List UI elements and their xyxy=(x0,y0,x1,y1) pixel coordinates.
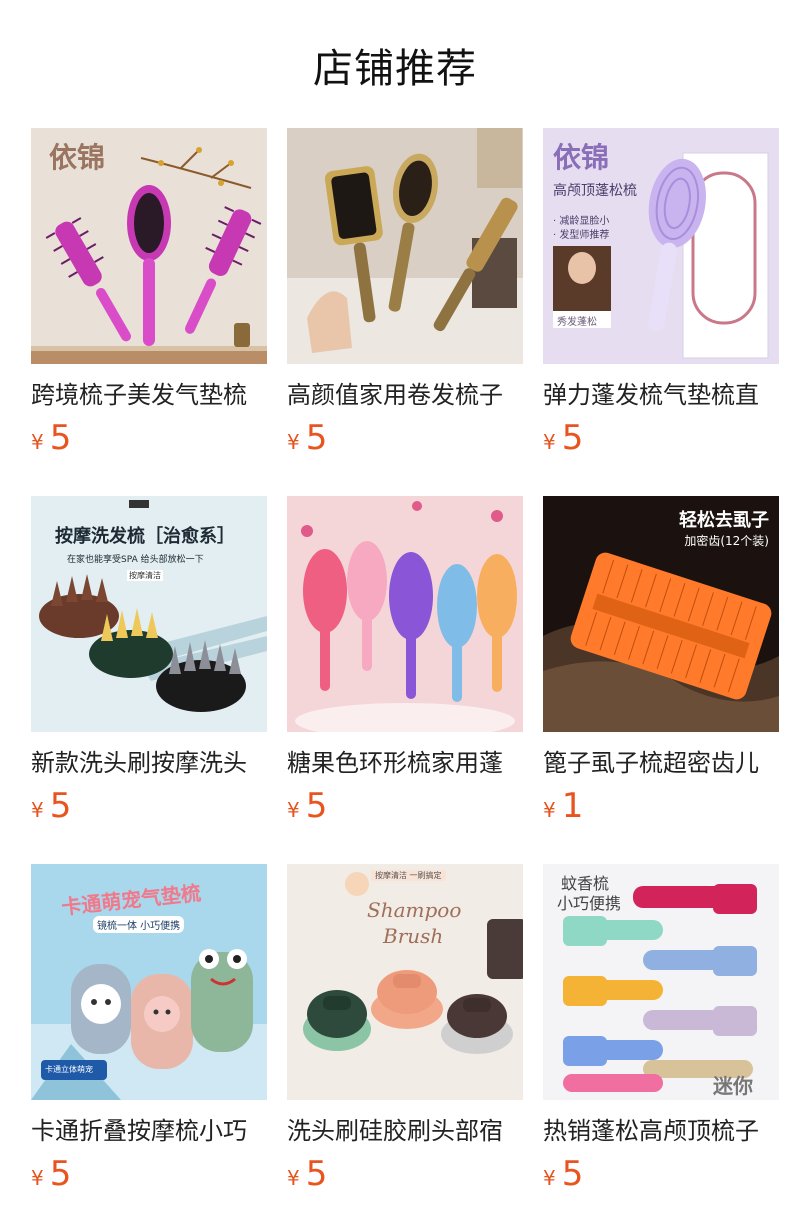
promo-tag: 迷你 xyxy=(713,1074,753,1098)
product-card[interactable]: 卡通萌宠气垫梳 镜梳一体 小巧便携 卡通立体萌宠 卡通折叠按摩梳小巧 ¥ 5 xyxy=(31,864,267,1196)
price-value: 5 xyxy=(49,1154,72,1194)
product-name[interactable]: 跨境梳子美发气垫梳 xyxy=(31,380,267,410)
product-name[interactable]: 篦子虱子梳超密齿儿 xyxy=(543,748,779,778)
product-card[interactable]: 按摩洗发梳［治愈系］ 在家也能享受SPA 给头部放松一下 按摩清洁 新款洗头刷按… xyxy=(31,496,267,828)
brand-logo-text: 依锦 xyxy=(553,141,610,174)
product-card[interactable]: 轻松去虱子 加密齿(12个装) 篦子虱子梳超密齿儿 ¥ 1 xyxy=(543,496,779,828)
product-image[interactable]: 卡通萌宠气垫梳 镜梳一体 小巧便携 卡通立体萌宠 xyxy=(31,864,267,1100)
currency-symbol: ¥ xyxy=(31,798,44,822)
photo-caption: 秀发蓬松 xyxy=(557,317,597,328)
promo-tag: 按摩清洁 xyxy=(127,570,163,581)
product-name[interactable]: 糖果色环形梳家用蓬 xyxy=(287,748,523,778)
product-card[interactable]: 依锦 高颅顶蓬松梳 · 减龄显脸小 · 发型师推荐 秀发蓬松 弹力蓬发梳气垫梳直… xyxy=(543,128,779,460)
promo-point: · 减龄显脸小 xyxy=(553,216,610,227)
price-value: 5 xyxy=(305,1154,328,1194)
price-value: 5 xyxy=(305,418,328,458)
promo-point: · 发型师推荐 xyxy=(553,230,610,241)
product-price: ¥ 5 xyxy=(543,420,779,456)
product-name[interactable]: 弹力蓬发梳气垫梳直 xyxy=(543,380,779,410)
price-value: 1 xyxy=(561,786,584,826)
promo-script-2: Brush xyxy=(383,924,444,948)
product-name[interactable]: 高颜值家用卷发梳子 xyxy=(287,380,523,410)
product-image[interactable] xyxy=(287,128,523,364)
price-value: 5 xyxy=(561,418,584,458)
product-image[interactable]: 依锦 高颅顶蓬松梳 · 减龄显脸小 · 发型师推荐 秀发蓬松 xyxy=(543,128,779,364)
product-image[interactable]: 按摩清洁 一刷搞定 Shampoo Brush xyxy=(287,864,523,1100)
product-card[interactable]: 依锦 跨境梳子美发气垫梳 ¥ 5 xyxy=(31,128,267,460)
promo-subline: 小巧便携 xyxy=(557,894,622,913)
promo-script-1: Shampoo xyxy=(367,898,462,922)
product-name[interactable]: 卡通折叠按摩梳小巧 xyxy=(31,1116,267,1146)
currency-symbol: ¥ xyxy=(287,798,300,822)
product-card[interactable]: 糖果色环形梳家用蓬 ¥ 5 xyxy=(287,496,523,828)
product-card[interactable]: 按摩清洁 一刷搞定 Shampoo Brush 洗头刷硅胶刷头部宿 ¥ 5 xyxy=(287,864,523,1196)
product-price: ¥ 1 xyxy=(543,788,779,824)
promo-subline: 在家也能享受SPA 给头部放松一下 xyxy=(67,555,204,565)
promo-headline: 轻松去虱子 xyxy=(679,510,769,531)
currency-symbol: ¥ xyxy=(31,1166,44,1190)
product-price: ¥ 5 xyxy=(31,788,267,824)
product-image[interactable] xyxy=(287,496,523,732)
price-value: 5 xyxy=(49,786,72,826)
product-price: ¥ 5 xyxy=(31,420,267,456)
currency-symbol: ¥ xyxy=(543,1166,556,1190)
product-card[interactable]: 高颜值家用卷发梳子 ¥ 5 xyxy=(287,128,523,460)
candy-color-brushes-icon xyxy=(287,496,523,732)
promo-subline: 加密齿(12个装) xyxy=(684,534,769,548)
brand-logo-text: 依锦 xyxy=(49,141,106,174)
price-value: 5 xyxy=(561,1154,584,1194)
product-price: ¥ 5 xyxy=(287,1156,523,1192)
product-image[interactable]: 蚊香梳 小巧便携 迷你 xyxy=(543,864,779,1100)
product-image[interactable]: 依锦 xyxy=(31,128,267,364)
product-grid: 依锦 跨境梳子美发气垫梳 ¥ 5 高颜值家用卷发梳子 ¥ 5 依锦 高颅顶蓬松梳… xyxy=(31,128,779,1196)
page-title: 店铺推荐 xyxy=(313,46,477,92)
price-value: 5 xyxy=(49,418,72,458)
product-price: ¥ 5 xyxy=(543,1156,779,1192)
store-recommendations-page: 店铺推荐 依锦 跨境梳子美发气垫梳 ¥ 5 高颜值家用卷发梳子 ¥ 5 依锦 高… xyxy=(0,0,790,1232)
product-image[interactable]: 轻松去虱子 加密齿(12个装) xyxy=(543,496,779,732)
promo-tag: 按摩清洁 一刷搞定 xyxy=(371,870,446,881)
promo-headline: 高颅顶蓬松梳 xyxy=(553,183,637,199)
price-value: 5 xyxy=(305,786,328,826)
gold-brush-set-icon xyxy=(287,128,523,364)
product-price: ¥ 5 xyxy=(31,1156,267,1192)
currency-symbol: ¥ xyxy=(543,430,556,454)
promo-headline: 按摩洗发梳［治愈系］ xyxy=(55,526,235,547)
product-price: ¥ 5 xyxy=(287,420,523,456)
product-card[interactable]: 蚊香梳 小巧便携 迷你 热销蓬松高颅顶梳子 ¥ 5 xyxy=(543,864,779,1196)
promo-subline: 镜梳一体 小巧便携 xyxy=(93,916,185,933)
currency-symbol: ¥ xyxy=(287,430,300,454)
product-name[interactable]: 洗头刷硅胶刷头部宿 xyxy=(287,1116,523,1146)
product-name[interactable]: 新款洗头刷按摩洗头 xyxy=(31,748,267,778)
promo-tag: 卡通立体萌宠 xyxy=(45,1065,93,1074)
product-name[interactable]: 热销蓬松高颅顶梳子 xyxy=(543,1116,779,1146)
product-image[interactable]: 按摩洗发梳［治愈系］ 在家也能享受SPA 给头部放松一下 按摩清洁 xyxy=(31,496,267,732)
currency-symbol: ¥ xyxy=(287,1166,300,1190)
currency-symbol: ¥ xyxy=(543,798,556,822)
product-price: ¥ 5 xyxy=(287,788,523,824)
currency-symbol: ¥ xyxy=(31,430,44,454)
